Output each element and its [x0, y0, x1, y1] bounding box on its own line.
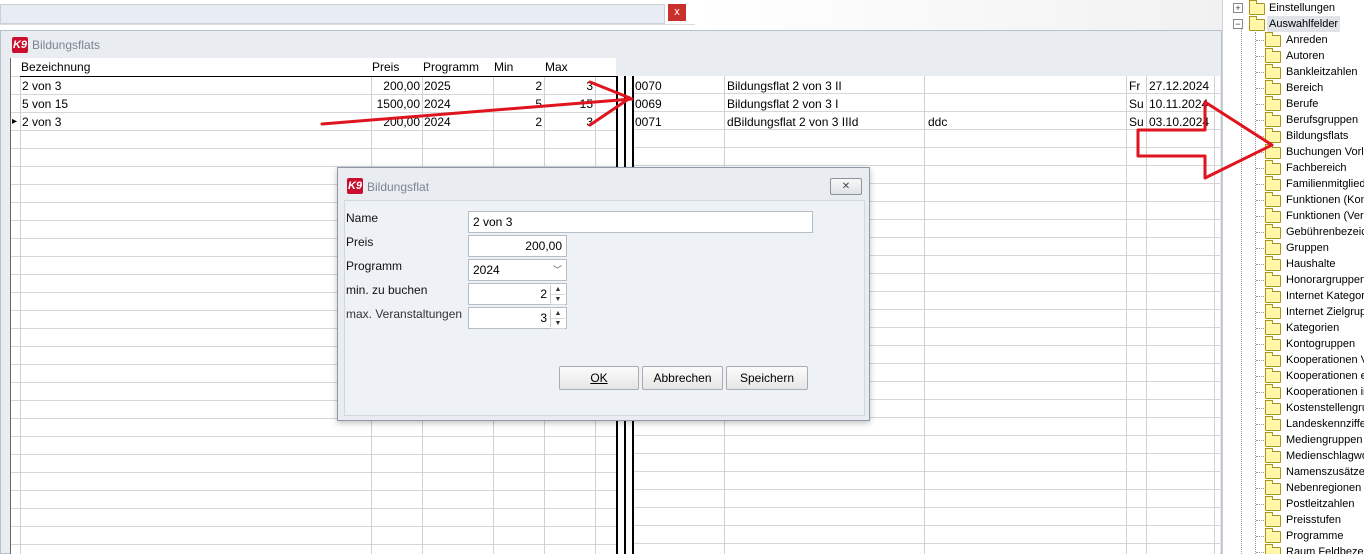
preis-label: Preis: [346, 235, 374, 249]
chevron-down-icon[interactable]: ﹀: [553, 260, 562, 280]
max-label: max. Veranstaltungen: [346, 307, 463, 321]
min-value: 2: [540, 287, 547, 301]
dialog-close-button[interactable]: ✕: [830, 178, 862, 195]
programm-select[interactable]: 2024 ﹀: [468, 259, 567, 281]
dialog-logo-icon: K9: [347, 178, 363, 194]
red-annotation-arrows: [320, 80, 1274, 180]
name-input[interactable]: 2 von 3: [468, 211, 813, 233]
speichern-button[interactable]: Speichern: [726, 366, 808, 390]
spin-down-icon[interactable]: ▼: [551, 319, 565, 329]
name-label: Name: [346, 211, 379, 225]
min-label: min. zu buchen: [346, 283, 428, 297]
min-stepper[interactable]: 2 ▲ ▼: [468, 283, 567, 305]
bildungsflat-dialog: K9 Bildungsflat ✕ Name 2 von 3 Preis 200…: [337, 167, 870, 421]
spin-up-icon[interactable]: ▲: [551, 309, 565, 319]
max-spinner[interactable]: ▲ ▼: [550, 309, 565, 329]
min-spinner[interactable]: ▲ ▼: [550, 285, 565, 305]
max-stepper[interactable]: 3 ▲ ▼: [468, 307, 567, 329]
abbrechen-button[interactable]: Abbrechen: [642, 366, 723, 390]
programm-label: Programm: [346, 259, 403, 273]
spin-up-icon[interactable]: ▲: [551, 285, 565, 295]
dialog-title: Bildungsflat: [367, 180, 430, 194]
spin-down-icon[interactable]: ▼: [551, 295, 565, 305]
preis-input[interactable]: 200,00: [468, 235, 567, 257]
programm-select-value: 2024: [473, 263, 500, 277]
max-value: 3: [540, 311, 547, 325]
ok-button[interactable]: OK: [559, 366, 639, 390]
